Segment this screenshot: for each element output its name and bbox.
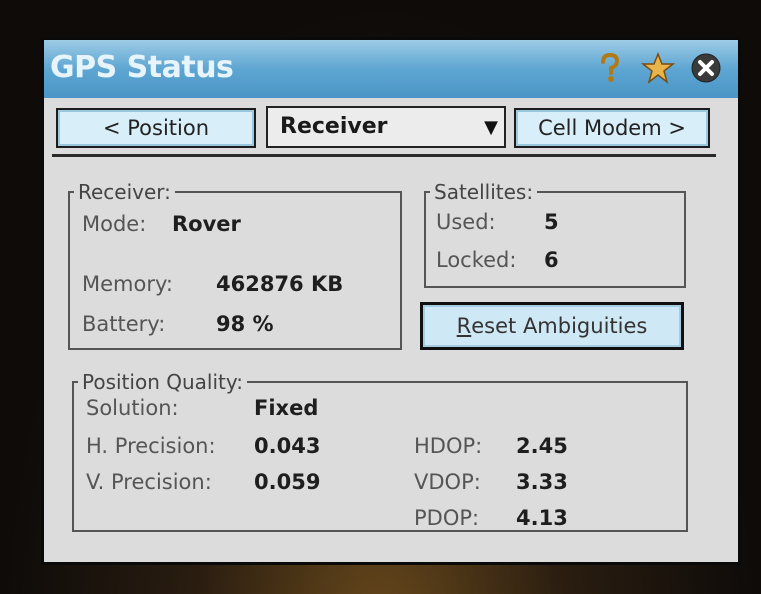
locked-value: 6 (544, 248, 559, 272)
h-precision-value: 0.043 (254, 434, 321, 458)
pdop-value: 4.13 (516, 506, 568, 530)
hdop-label: HDOP: (414, 434, 483, 458)
pdop-label: PDOP: (414, 506, 480, 530)
v-precision-label: V. Precision: (86, 470, 212, 494)
title-bar: GPS Status (44, 40, 738, 98)
gps-status-window: GPS Status < Position Receiver ▼ Cell Mo… (44, 40, 738, 562)
satellites-legend: Satellites: (434, 180, 534, 204)
v-precision-value: 0.059 (254, 470, 321, 494)
battery-value: 98 % (216, 312, 274, 336)
battery-label: Battery: (82, 312, 166, 336)
navigation-row: < Position Receiver ▼ Cell Modem > (44, 102, 738, 158)
page-selector-dropdown[interactable]: Receiver ▼ (266, 106, 506, 148)
used-label: Used: (436, 210, 496, 234)
mode-label: Mode: (82, 212, 147, 236)
solution-value: Fixed (254, 396, 319, 420)
mode-value: Rover (172, 212, 241, 236)
memory-label: Memory: (82, 272, 173, 296)
reset-label-rest: eset Ambiguities (471, 314, 648, 338)
window-title: GPS Status (50, 50, 234, 85)
locked-label: Locked: (436, 248, 517, 272)
vdop-label: VDOP: (414, 470, 481, 494)
star-pin-icon[interactable] (636, 50, 680, 86)
receiver-legend: Receiver: (78, 180, 171, 204)
question-mark-icon[interactable] (588, 50, 632, 86)
next-cell-modem-button[interactable]: Cell Modem > (514, 108, 710, 148)
memory-value: 462876 KB (216, 272, 344, 296)
reset-ambiguities-button[interactable]: Reset Ambiguities (420, 302, 684, 350)
previous-position-button[interactable]: < Position (56, 108, 256, 148)
used-value: 5 (544, 210, 559, 234)
dropdown-arrow-icon: ▼ (484, 117, 498, 138)
dropdown-selected-value: Receiver (280, 114, 388, 139)
close-icon[interactable] (684, 50, 728, 86)
header-divider (52, 154, 716, 157)
hdop-value: 2.45 (516, 434, 568, 458)
reset-accelerator-key: R (456, 314, 472, 338)
h-precision-label: H. Precision: (86, 434, 216, 458)
solution-label: Solution: (86, 396, 179, 420)
vdop-value: 3.33 (516, 470, 568, 494)
position-quality-legend: Position Quality: (82, 370, 243, 394)
